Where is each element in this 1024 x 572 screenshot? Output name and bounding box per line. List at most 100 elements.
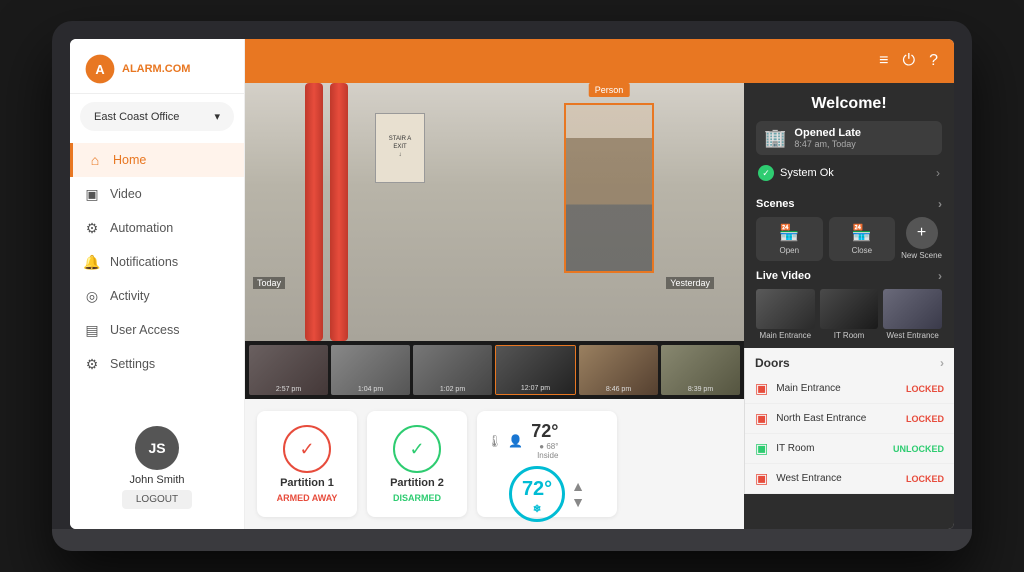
partition-2-icon: ✓: [409, 439, 424, 460]
thumb-2[interactable]: 1:02 pm: [413, 345, 492, 395]
sidebar-item-automation[interactable]: ⚙ Automation: [70, 211, 244, 245]
door-name-3: West Entrance: [776, 473, 898, 484]
alarm-logo-icon: A: [84, 53, 116, 85]
door-row-1[interactable]: ▣ North East Entrance LOCKED: [745, 404, 954, 434]
top-header: ≡ ⏻ ?: [245, 39, 954, 83]
laptop-base: [52, 529, 972, 551]
sidebar-item-settings[interactable]: ⚙ Settings: [70, 347, 244, 381]
doors-label: Doors: [755, 356, 790, 370]
live-video-section: Live Video › Main Entrance IT: [744, 269, 954, 348]
main-area: ≡ ⏻ ? STAIR AEXIT↓: [245, 39, 954, 529]
camera-feed: STAIR AEXIT↓ Person Today Yesterday: [245, 83, 744, 341]
thumb-time-2: 1:02 pm: [440, 386, 465, 393]
alert-text: Opened Late 8:47 am, Today: [794, 127, 861, 149]
system-ok-label: System Ok: [780, 167, 834, 179]
alert-title: Opened Late: [794, 127, 861, 139]
thermostat-person-icon: 👤: [508, 434, 523, 448]
sidebar-item-home[interactable]: ⌂ Home: [70, 143, 244, 177]
nav-label-video: Video: [110, 187, 142, 201]
thermostat-inside-label: Inside: [537, 451, 558, 460]
user-name: John Smith: [129, 474, 184, 486]
logo-text: ALARM.COM: [122, 63, 190, 75]
nav-label-home: Home: [113, 153, 146, 167]
video-thumb-main[interactable]: Main Entrance: [756, 289, 815, 340]
thumb-4[interactable]: 8:46 pm: [579, 345, 658, 395]
power-icon[interactable]: ⏻: [902, 52, 915, 70]
partition-2-circle: ✓: [393, 425, 441, 473]
sidebar-item-user-access[interactable]: ▤ User Access: [70, 313, 244, 347]
thermostat-icons: 🌡 👤: [487, 434, 523, 448]
alert-row: 🏢 Opened Late 8:47 am, Today: [756, 121, 942, 155]
alert-time: 8:47 am, Today: [794, 139, 861, 149]
video-thumb-it-img: [820, 289, 879, 329]
scenes-chevron[interactable]: ›: [938, 197, 942, 211]
door-row-0[interactable]: ▣ Main Entrance LOCKED: [745, 374, 954, 404]
home-icon: ⌂: [87, 152, 103, 168]
thermostat-set-temp: 72°: [531, 421, 558, 442]
thumb-0[interactable]: 2:57 pm: [249, 345, 328, 395]
timestamp-today: Today: [253, 277, 285, 289]
door-icon-1: ▣: [755, 410, 768, 427]
logout-button[interactable]: LOGOUT: [122, 490, 192, 509]
welcome-title: Welcome!: [756, 95, 942, 113]
scene-close-button[interactable]: 🏪 Close: [829, 217, 896, 261]
right-side-panel: Welcome! 🏢 Opened Late 8:47 am, Today: [744, 83, 954, 529]
video-thumb-main-label: Main Entrance: [760, 331, 812, 340]
door-name-1: North East Entrance: [776, 413, 898, 424]
thumb-1[interactable]: 1:04 pm: [331, 345, 410, 395]
video-thumbs: Main Entrance IT Room West Entrance: [756, 289, 942, 340]
thumb-3[interactable]: 12:07 pm: [495, 345, 576, 395]
door-status-3: LOCKED: [906, 474, 944, 484]
partition-1-icon: ✓: [299, 439, 314, 460]
sidebar-logo: A ALARM.COM: [70, 39, 244, 94]
door-row-2[interactable]: ▣ IT Room UNLOCKED: [745, 434, 954, 464]
logo-box: A ALARM.COM: [84, 53, 230, 85]
notifications-icon: 🔔: [84, 254, 100, 270]
sidebar-user: JS John Smith LOGOUT: [70, 416, 244, 519]
settings-icon: ⚙: [84, 356, 100, 372]
sidebar-item-activity[interactable]: ◎ Activity: [70, 279, 244, 313]
nav-label-settings: Settings: [110, 357, 155, 371]
live-video-chevron[interactable]: ›: [938, 269, 942, 283]
scenes-label: Scenes: [756, 198, 795, 210]
door-status-2: UNLOCKED: [893, 444, 944, 454]
video-thumb-west[interactable]: West Entrance: [883, 289, 942, 340]
thumb-5[interactable]: 8:39 pm: [661, 345, 740, 395]
timestamp-yesterday: Yesterday: [666, 277, 714, 289]
thermostat-flame-icon: 🌡: [487, 434, 502, 448]
thermostat-temp-display: 72°: [522, 478, 552, 501]
doors-chevron[interactable]: ›: [940, 356, 944, 370]
thumb-time-0: 2:57 pm: [276, 386, 301, 393]
thermostat-label: Thermostat: [514, 528, 579, 529]
partition-2-name: Partition 2: [390, 477, 444, 489]
nav-label-user-access: User Access: [110, 323, 179, 337]
scenes-row: 🏪 Open 🏪 Close + New Scene: [756, 217, 942, 261]
person-label: Person: [589, 83, 630, 97]
scenes-header: Scenes ›: [756, 197, 942, 211]
temp-up-arrow[interactable]: ▲: [571, 479, 585, 493]
system-ok-row[interactable]: ✓ System Ok ›: [756, 161, 942, 185]
help-icon[interactable]: ?: [929, 52, 938, 70]
video-thumb-west-label: West Entrance: [887, 331, 939, 340]
user-initials: JS: [148, 440, 165, 456]
nav-label-notifications: Notifications: [110, 255, 178, 269]
sidebar-item-video[interactable]: ▣ Video: [70, 177, 244, 211]
thermostat-detail: ● 68°: [539, 442, 558, 451]
camera-background: STAIR AEXIT↓ Person Today Yesterday: [245, 83, 744, 341]
menu-icon[interactable]: ≡: [879, 52, 888, 70]
scene-add-button[interactable]: +: [906, 217, 938, 249]
partition-1-status: ARMED AWAY: [277, 493, 338, 503]
scene-add-label: New Scene: [901, 251, 942, 260]
scene-open-button[interactable]: 🏪 Open: [756, 217, 823, 261]
door-row-3[interactable]: ▣ West Entrance LOCKED: [745, 464, 954, 494]
app-container: A ALARM.COM East Coast Office ▾ ⌂ Home: [70, 39, 954, 529]
nav-items: ⌂ Home ▣ Video ⚙ Automation 🔔 Notificati…: [70, 139, 244, 416]
welcome-section: Welcome! 🏢 Opened Late 8:47 am, Today: [744, 83, 954, 197]
thermostat-panel: 🌡 👤 72° ● 68° Inside: [477, 411, 617, 517]
location-selector[interactable]: East Coast Office ▾: [80, 102, 234, 131]
nav-label-activity: Activity: [110, 289, 150, 303]
sidebar-item-notifications[interactable]: 🔔 Notifications: [70, 245, 244, 279]
video-thumb-it[interactable]: IT Room: [820, 289, 879, 340]
temp-down-arrow[interactable]: ▼: [571, 495, 585, 509]
door-name-2: IT Room: [776, 443, 885, 454]
